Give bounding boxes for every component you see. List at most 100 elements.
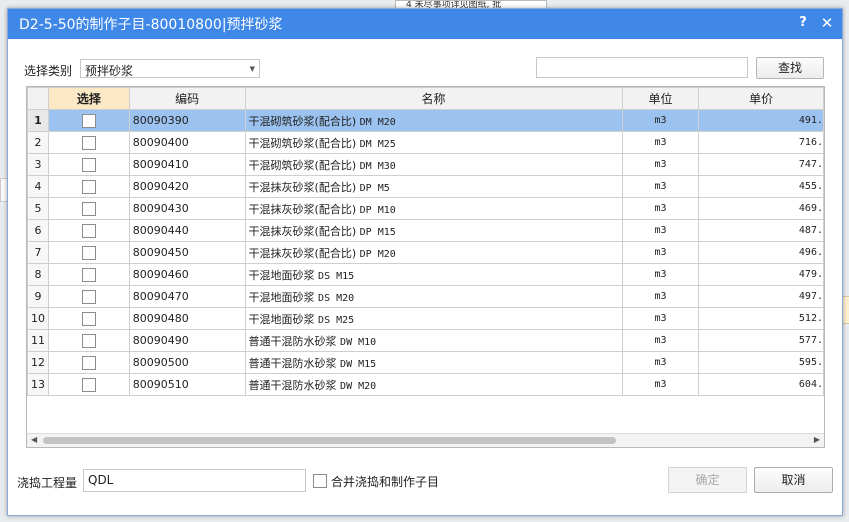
row-checkbox[interactable] bbox=[81, 179, 96, 194]
code-cell[interactable]: 80090480 bbox=[128, 307, 246, 330]
price-cell[interactable]: 496. bbox=[698, 241, 824, 264]
price-cell[interactable]: 469. bbox=[698, 197, 824, 220]
scroll-right-icon[interactable]: ▶ bbox=[814, 435, 820, 444]
merge-label[interactable]: 合并浇捣和制作子目 bbox=[331, 473, 439, 490]
code-cell[interactable]: 80090400 bbox=[128, 131, 246, 154]
code-cell[interactable]: 80090470 bbox=[128, 285, 246, 308]
row-checkbox[interactable] bbox=[81, 289, 96, 304]
row-checkbox[interactable] bbox=[81, 223, 96, 238]
row-select-cell[interactable] bbox=[48, 153, 130, 176]
scroll-thumb[interactable] bbox=[43, 437, 616, 444]
table-row[interactable]: 13 80090510 普通干混防水砂浆 DW M20 m3 604. bbox=[27, 373, 824, 396]
row-select-cell[interactable] bbox=[48, 131, 130, 154]
category-select[interactable]: 预拌砂浆 ▼ bbox=[80, 59, 260, 78]
name-cell[interactable]: 干混地面砂浆 DS M20 bbox=[244, 285, 623, 308]
horizontal-scrollbar[interactable]: ◀ ▶ bbox=[27, 433, 824, 447]
find-button[interactable]: 查找 bbox=[756, 57, 824, 79]
unit-cell[interactable]: m3 bbox=[621, 285, 700, 308]
name-column-header[interactable]: 名称 bbox=[244, 87, 623, 110]
row-checkbox[interactable] bbox=[81, 245, 96, 260]
price-cell[interactable]: 512. bbox=[698, 307, 824, 330]
name-cell[interactable]: 干混砌筑砂浆(配合比) DM M30 bbox=[244, 153, 623, 176]
row-select-cell[interactable] bbox=[48, 109, 130, 132]
code-cell[interactable]: 80090430 bbox=[128, 197, 246, 220]
ok-button[interactable]: 确定 bbox=[668, 467, 747, 493]
dialog-titlebar[interactable]: D2-5-50的制作子目-80010800|预拌砂浆 ? ✕ bbox=[8, 9, 842, 39]
price-column-header[interactable]: 单价 bbox=[698, 87, 824, 110]
table-row[interactable]: 7 80090450 干混抹灰砂浆(配合比) DP M20 m3 496. bbox=[27, 241, 824, 264]
code-column-header[interactable]: 编码 bbox=[128, 87, 246, 110]
unit-cell[interactable]: m3 bbox=[621, 109, 700, 132]
row-select-cell[interactable] bbox=[48, 285, 130, 308]
row-select-cell[interactable] bbox=[48, 241, 130, 264]
table-row[interactable]: 9 80090470 干混地面砂浆 DS M20 m3 497. bbox=[27, 285, 824, 308]
price-cell[interactable]: 604. bbox=[698, 373, 824, 396]
row-select-cell[interactable] bbox=[48, 197, 130, 220]
table-row[interactable]: 11 80090490 普通干混防水砂浆 DW M10 m3 577. bbox=[27, 329, 824, 352]
row-select-cell[interactable] bbox=[48, 175, 130, 198]
price-cell[interactable]: 747. bbox=[698, 153, 824, 176]
name-cell[interactable]: 干混抹灰砂浆(配合比) DP M20 bbox=[244, 241, 623, 264]
name-cell[interactable]: 普通干混防水砂浆 DW M10 bbox=[244, 329, 623, 352]
code-cell[interactable]: 80090420 bbox=[128, 175, 246, 198]
search-input[interactable] bbox=[536, 57, 748, 78]
price-cell[interactable]: 455. bbox=[698, 175, 824, 198]
price-cell[interactable]: 497. bbox=[698, 285, 824, 308]
row-checkbox[interactable] bbox=[81, 377, 96, 392]
name-cell[interactable]: 干混砌筑砂浆(配合比) DM M20 bbox=[244, 109, 623, 132]
code-cell[interactable]: 80090450 bbox=[128, 241, 246, 264]
table-row[interactable]: 2 80090400 干混砌筑砂浆(配合比) DM M25 m3 716. bbox=[27, 131, 824, 154]
table-row[interactable]: 1 80090390 干混砌筑砂浆(配合比) DM M20 m3 491. bbox=[27, 109, 824, 132]
row-checkbox[interactable] bbox=[81, 157, 96, 172]
name-cell[interactable]: 干混地面砂浆 DS M15 bbox=[244, 263, 623, 286]
help-icon[interactable]: ? bbox=[796, 15, 810, 30]
row-select-cell[interactable] bbox=[48, 329, 130, 352]
code-cell[interactable]: 80090500 bbox=[128, 351, 246, 374]
merge-checkbox[interactable] bbox=[313, 474, 327, 488]
code-cell[interactable]: 80090460 bbox=[128, 263, 246, 286]
table-row[interactable]: 12 80090500 普通干混防水砂浆 DW M15 m3 595. bbox=[27, 351, 824, 374]
unit-cell[interactable]: m3 bbox=[621, 329, 700, 352]
unit-cell[interactable]: m3 bbox=[621, 351, 700, 374]
scroll-left-icon[interactable]: ◀ bbox=[31, 435, 37, 444]
price-cell[interactable]: 487. bbox=[698, 219, 824, 242]
close-icon[interactable]: ✕ bbox=[820, 14, 834, 32]
table-row[interactable]: 8 80090460 干混地面砂浆 DS M15 m3 479. bbox=[27, 263, 824, 286]
row-select-cell[interactable] bbox=[48, 263, 130, 286]
row-checkbox[interactable] bbox=[81, 333, 96, 348]
row-checkbox[interactable] bbox=[81, 135, 96, 150]
unit-column-header[interactable]: 单位 bbox=[621, 87, 700, 110]
price-cell[interactable]: 595. bbox=[698, 351, 824, 374]
row-checkbox[interactable] bbox=[81, 267, 96, 282]
table-row[interactable]: 6 80090440 干混抹灰砂浆(配合比) DP M15 m3 487. bbox=[27, 219, 824, 242]
price-cell[interactable]: 577. bbox=[698, 329, 824, 352]
table-row[interactable]: 4 80090420 干混抹灰砂浆(配合比) DP M5 m3 455. bbox=[27, 175, 824, 198]
name-cell[interactable]: 普通干混防水砂浆 DW M20 bbox=[244, 373, 623, 396]
code-cell[interactable]: 80090410 bbox=[128, 153, 246, 176]
row-select-cell[interactable] bbox=[48, 373, 130, 396]
name-cell[interactable]: 干混抹灰砂浆(配合比) DP M10 bbox=[244, 197, 623, 220]
unit-cell[interactable]: m3 bbox=[621, 263, 700, 286]
price-cell[interactable]: 716. bbox=[698, 131, 824, 154]
row-checkbox[interactable] bbox=[81, 113, 96, 128]
row-checkbox[interactable] bbox=[81, 201, 96, 216]
table-row[interactable]: 10 80090480 干混地面砂浆 DS M25 m3 512. bbox=[27, 307, 824, 330]
unit-cell[interactable]: m3 bbox=[621, 241, 700, 264]
code-cell[interactable]: 80090510 bbox=[128, 373, 246, 396]
table-row[interactable]: 5 80090430 干混抹灰砂浆(配合比) DP M10 m3 469. bbox=[27, 197, 824, 220]
row-checkbox[interactable] bbox=[81, 355, 96, 370]
price-cell[interactable]: 479. bbox=[698, 263, 824, 286]
unit-cell[interactable]: m3 bbox=[621, 219, 700, 242]
name-cell[interactable]: 干混抹灰砂浆(配合比) DP M5 bbox=[244, 175, 623, 198]
quantity-input[interactable]: QDL bbox=[83, 469, 306, 492]
row-select-cell[interactable] bbox=[48, 351, 130, 374]
name-cell[interactable]: 干混抹灰砂浆(配合比) DP M15 bbox=[244, 219, 623, 242]
unit-cell[interactable]: m3 bbox=[621, 175, 700, 198]
unit-cell[interactable]: m3 bbox=[621, 197, 700, 220]
price-cell[interactable]: 491. bbox=[698, 109, 824, 132]
code-cell[interactable]: 80090490 bbox=[128, 329, 246, 352]
name-cell[interactable]: 普通干混防水砂浆 DW M15 bbox=[244, 351, 623, 374]
select-column-header[interactable]: 选择 bbox=[48, 87, 130, 110]
row-checkbox[interactable] bbox=[81, 311, 96, 326]
name-cell[interactable]: 干混砌筑砂浆(配合比) DM M25 bbox=[244, 131, 623, 154]
